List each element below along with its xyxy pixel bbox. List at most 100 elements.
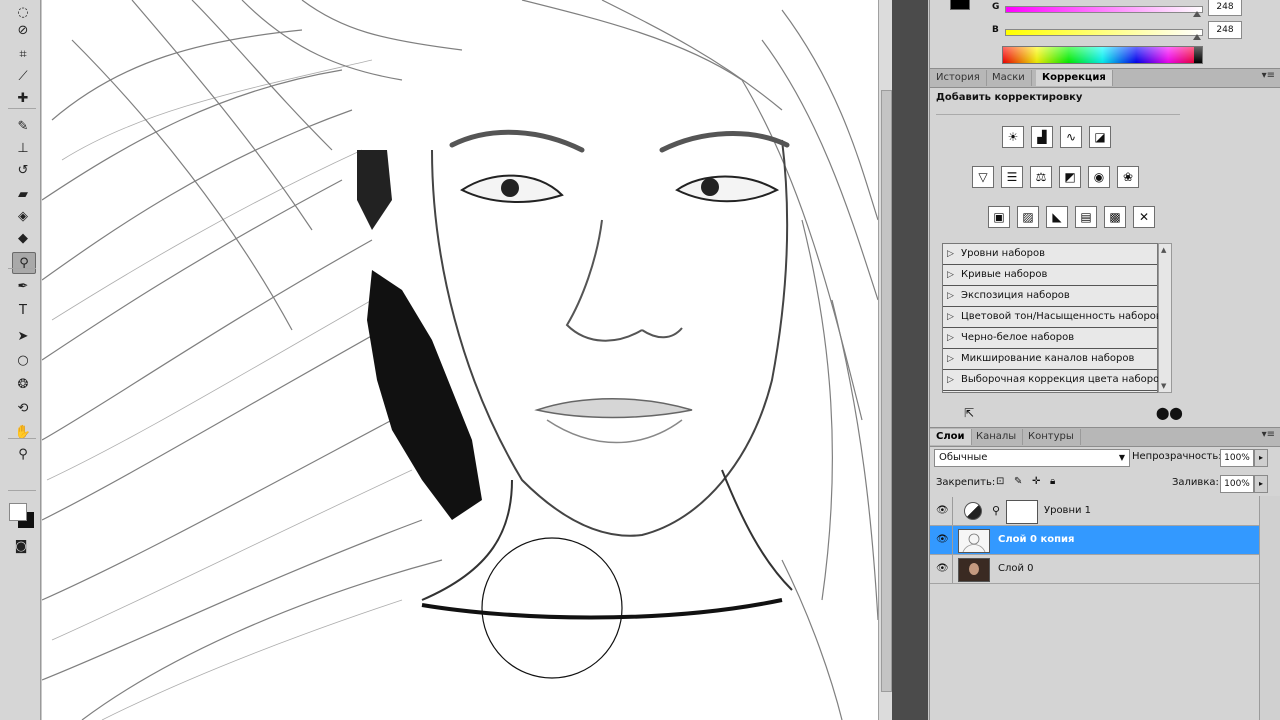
panel-menu-icon[interactable]: ▾≡ bbox=[1262, 70, 1275, 81]
canvas-vertical-scrollbar[interactable] bbox=[878, 0, 893, 720]
threshold-icon[interactable]: ◣ bbox=[1046, 206, 1068, 228]
curves-icon[interactable]: ∿ bbox=[1060, 126, 1082, 148]
tab-correction[interactable]: Коррекция bbox=[1036, 70, 1113, 86]
preset-item[interactable]: Уровни наборов bbox=[943, 244, 1157, 265]
tab-channels[interactable]: Каналы bbox=[970, 429, 1024, 445]
dodge-tool-icon[interactable]: ⚲ bbox=[12, 252, 36, 274]
slider-bar-g[interactable] bbox=[1005, 6, 1203, 13]
eye-icon[interactable]: 👁︎ bbox=[936, 505, 949, 516]
panel-dock-gutter bbox=[892, 0, 928, 720]
brightness-contrast-icon[interactable]: ☀ bbox=[1002, 126, 1024, 148]
hand-tool-icon[interactable]: ✋ bbox=[12, 422, 34, 442]
photo-filter-icon[interactable]: ◉ bbox=[1088, 166, 1110, 188]
slider-knob-g[interactable] bbox=[1193, 11, 1201, 17]
layers-menu-icon[interactable]: ▾≡ bbox=[1262, 429, 1275, 440]
selective-color-icon[interactable]: ▩ bbox=[1104, 206, 1126, 228]
healing-brush-tool-icon[interactable]: ✚ bbox=[12, 88, 34, 108]
preset-item[interactable]: Черно-белое наборов bbox=[943, 328, 1157, 349]
lock-transparency-icon[interactable]: ⊡ bbox=[996, 476, 1004, 487]
3d-rotate-tool-icon[interactable]: ❂ bbox=[12, 374, 34, 394]
slider-knob-b[interactable] bbox=[1193, 34, 1201, 40]
selective-color-x-icon[interactable]: ✕ bbox=[1133, 206, 1155, 228]
path-select-tool-icon[interactable]: ➤ bbox=[12, 326, 34, 346]
color-balance-icon[interactable]: ⚖ bbox=[1030, 166, 1052, 188]
eye-icon[interactable]: 👁︎ bbox=[936, 534, 949, 545]
vibrance-icon[interactable]: ▽ bbox=[972, 166, 994, 188]
layer-row-levels[interactable]: 👁︎ ⚲ Уровни 1 bbox=[930, 497, 1259, 526]
divider bbox=[936, 114, 1180, 115]
adjustments-title: Добавить корректировку bbox=[936, 92, 1083, 103]
opacity-arrow-icon[interactable]: ▸ bbox=[1254, 449, 1268, 467]
scrollbar-thumb[interactable] bbox=[881, 90, 892, 692]
tab-layers[interactable]: Слои bbox=[930, 429, 972, 445]
link-icon[interactable]: ⚲ bbox=[992, 504, 1000, 517]
crop-tool-icon[interactable]: ⌗ bbox=[12, 44, 34, 64]
layer-name: Слой 0 bbox=[998, 563, 1034, 574]
blur-tool-icon[interactable]: ◆ bbox=[12, 228, 34, 248]
layer-thumbnail[interactable] bbox=[958, 558, 990, 582]
toolbar-separator bbox=[8, 268, 36, 269]
layer-thumbnail[interactable] bbox=[958, 529, 990, 553]
blend-mode-select[interactable]: Обычные ▼ bbox=[934, 449, 1130, 467]
slider-value-g[interactable]: 248 bbox=[1208, 0, 1242, 16]
presets-list: Уровни наборовКривые наборовЭкспозиция н… bbox=[942, 243, 1165, 393]
tab-paths[interactable]: Контуры bbox=[1022, 429, 1081, 445]
preset-item[interactable]: Цветовой тон/Насыщенность наборов bbox=[943, 307, 1162, 328]
foreground-color-swatch[interactable] bbox=[9, 503, 27, 521]
clip-to-layer-icon[interactable]: ⬤⬤ bbox=[1156, 406, 1183, 420]
3d-orbit-tool-icon[interactable]: ⟲ bbox=[12, 398, 34, 418]
tab-masks[interactable]: Маски bbox=[986, 70, 1032, 86]
gradient-map-icon[interactable]: ▤ bbox=[1075, 206, 1097, 228]
adjustments-tabbar: История Маски Коррекция ▾≡ bbox=[930, 68, 1280, 88]
zoom-tool-icon[interactable]: ⚲ bbox=[12, 444, 34, 464]
preset-item[interactable]: Экспозиция наборов bbox=[943, 286, 1157, 307]
type-tool-icon[interactable]: T bbox=[12, 300, 34, 320]
lock-pixels-icon[interactable]: ✎ bbox=[1014, 476, 1022, 487]
eyedropper-tool-icon[interactable]: ⟋ bbox=[12, 66, 34, 86]
toolbar-separator bbox=[8, 108, 36, 109]
hue-saturation-icon[interactable]: ☰ bbox=[1001, 166, 1023, 188]
slider-bar-b[interactable] bbox=[1005, 29, 1203, 36]
return-to-list-icon[interactable]: ⇱ bbox=[964, 406, 974, 420]
document-canvas[interactable] bbox=[42, 0, 878, 720]
layer-mask-thumbnail[interactable] bbox=[1006, 500, 1038, 524]
layers-scrollbar[interactable] bbox=[1259, 496, 1280, 720]
lock-label: Закрепить: bbox=[936, 477, 996, 488]
toolbar-separator bbox=[8, 490, 36, 491]
lock-position-icon[interactable]: ✛ bbox=[1032, 476, 1040, 487]
preset-item[interactable]: Кривые наборов bbox=[943, 265, 1157, 286]
eye-icon[interactable]: 👁︎ bbox=[936, 563, 949, 574]
levels-icon[interactable]: ▟ bbox=[1031, 126, 1053, 148]
layer-row-base[interactable]: 👁︎ Слой 0 bbox=[930, 555, 1259, 584]
channel-mixer-icon[interactable]: ❀ bbox=[1117, 166, 1139, 188]
presets-scrollbar[interactable]: ▲ ▼ bbox=[1158, 243, 1172, 393]
exposure-icon[interactable]: ◪ bbox=[1089, 126, 1111, 148]
gradient-tool-icon[interactable]: ◈ bbox=[12, 206, 34, 226]
preset-item[interactable]: Выборочная коррекция цвета наборов bbox=[943, 370, 1165, 391]
clone-stamp-tool-icon[interactable]: ⊥ bbox=[12, 138, 34, 158]
pen-tool-icon[interactable]: ✒ bbox=[12, 276, 34, 296]
quick-select-tool-icon[interactable]: ⊘ bbox=[12, 20, 34, 40]
history-brush-tool-icon[interactable]: ↺ bbox=[12, 160, 34, 180]
color-spectrum[interactable] bbox=[1002, 46, 1203, 64]
opacity-field[interactable]: 100% bbox=[1220, 449, 1254, 467]
ellipse-tool-icon[interactable]: ○ bbox=[12, 350, 34, 370]
posterize-icon[interactable]: ▨ bbox=[1017, 206, 1039, 228]
eraser-tool-icon[interactable]: ▰ bbox=[12, 184, 34, 204]
lasso-tool-icon[interactable]: ◌ bbox=[12, 2, 34, 22]
fill-field[interactable]: 100% bbox=[1220, 475, 1254, 493]
invert-icon[interactable]: ▣ bbox=[988, 206, 1010, 228]
chevron-down-icon: ▼ bbox=[1118, 453, 1125, 462]
preset-item[interactable]: Микширование каналов наборов bbox=[943, 349, 1157, 370]
slider-value-b[interactable]: 248 bbox=[1208, 21, 1242, 39]
lock-all-icon[interactable]: 🔒︎ bbox=[1050, 476, 1055, 487]
adjustment-layer-icon bbox=[964, 502, 982, 520]
color-slider-b[interactable]: B 248 bbox=[930, 21, 1280, 47]
quick-mask-icon[interactable]: ◙ bbox=[10, 536, 32, 556]
sketch-portrait-image bbox=[42, 0, 878, 720]
black-white-icon[interactable]: ◩ bbox=[1059, 166, 1081, 188]
tab-history[interactable]: История bbox=[930, 70, 987, 86]
brush-tool-icon[interactable]: ✎ bbox=[12, 116, 34, 136]
fill-arrow-icon[interactable]: ▸ bbox=[1254, 475, 1268, 493]
layer-row-copy[interactable]: 👁︎ Слой 0 копия bbox=[930, 526, 1259, 555]
